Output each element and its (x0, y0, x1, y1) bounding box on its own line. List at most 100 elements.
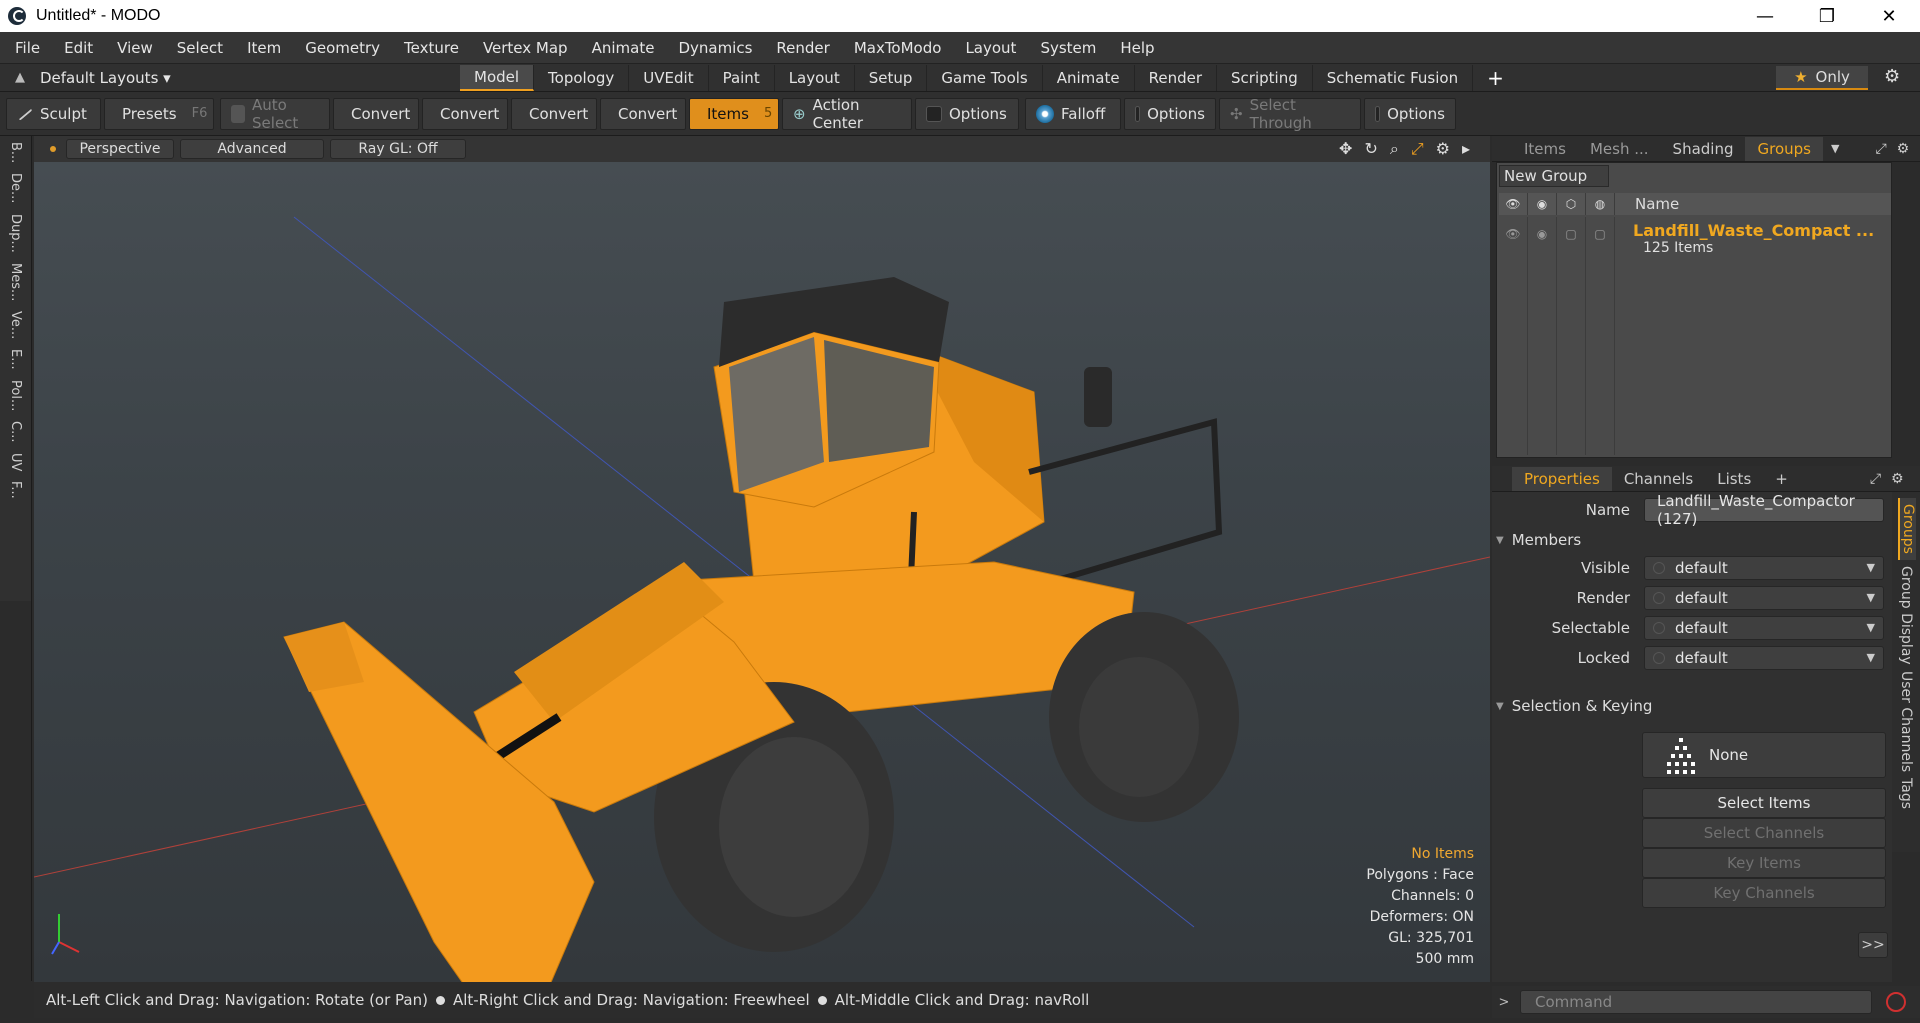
tab-layout[interactable]: Layout (775, 64, 855, 91)
locked-dropdown[interactable]: default ▼ (1644, 646, 1884, 670)
menu-select[interactable]: Select (162, 39, 232, 57)
raygl-toggle[interactable]: Ray GL: Off (330, 139, 466, 159)
menu-geometry[interactable]: Geometry (290, 39, 389, 57)
tab-animate[interactable]: Animate (1043, 64, 1135, 91)
panel-settings-icon[interactable]: ⚙ (1897, 141, 1910, 157)
move-view-icon[interactable]: ✥ (1339, 139, 1352, 159)
menu-render[interactable]: Render (761, 39, 838, 57)
tab-scripting[interactable]: Scripting (1217, 64, 1313, 91)
left-tab-uv[interactable]: UV (8, 453, 23, 471)
lock-column-icon[interactable]: ⬡ (1557, 193, 1586, 215)
default-layouts-dropdown[interactable]: Default Layouts ▾ (40, 69, 460, 87)
visible-dropdown[interactable]: default ▼ (1644, 556, 1884, 580)
group-row[interactable]: 👁 ◉ ▢ ▢ Landfill_Waste_Compact ... 125 I… (1499, 217, 1891, 267)
none-key-button[interactable]: None (1642, 732, 1886, 778)
close-button[interactable]: ✕ (1858, 0, 1920, 32)
presets-button[interactable]: Presets F6 (104, 97, 214, 130)
tab-shading[interactable]: Shading (1661, 137, 1746, 161)
viewport-settings-icon[interactable]: ⚙ (1436, 139, 1450, 159)
menu-help[interactable]: Help (1105, 39, 1163, 57)
menu-animate[interactable]: Animate (577, 39, 664, 57)
minimize-button[interactable]: — (1734, 0, 1796, 32)
menu-system[interactable]: System (1025, 39, 1105, 57)
zoom-view-icon[interactable]: ⌕ (1390, 139, 1399, 159)
key-items-button[interactable]: Key Items (1642, 848, 1886, 878)
viewport-menu-dot-icon[interactable] (50, 146, 56, 152)
selection-keying-section-header[interactable]: ▼ Selection & Keying (1496, 694, 1652, 718)
action-center-button[interactable]: ⊕ Action Center (782, 96, 912, 132)
group-name-field[interactable]: Landfill_Waste_Compactor (127) (1644, 492, 1884, 528)
menu-view[interactable]: View (102, 39, 162, 57)
left-tab-fusion[interactable]: F... (8, 481, 23, 499)
perspective-dropdown[interactable]: Perspective (66, 139, 174, 159)
expand-button[interactable]: >> (1858, 932, 1888, 958)
gear-icon[interactable]: ⚙ (1884, 66, 1900, 87)
tab-items[interactable]: Items (1512, 137, 1578, 161)
3d-viewport[interactable]: No Items Polygons : Face Channels: 0 Def… (34, 162, 1490, 982)
select-toggle-icon[interactable]: ▢ (1586, 217, 1615, 267)
advanced-dropdown[interactable]: Advanced (180, 139, 324, 159)
convert-materials-button[interactable]: Convert (600, 97, 686, 130)
tab-schematic-fusion[interactable]: Schematic Fusion (1313, 64, 1474, 91)
convert-edges-button[interactable]: Convert (422, 97, 508, 130)
menu-vertex-map[interactable]: Vertex Map (468, 39, 577, 57)
menu-texture[interactable]: Texture (389, 39, 468, 57)
add-tab-button[interactable]: + (1487, 66, 1504, 90)
sculpt-button[interactable]: Sculpt (6, 97, 101, 130)
panel-maximize-icon[interactable]: ⤢ (1875, 141, 1886, 157)
menu-maxtomodo[interactable]: MaxToModo (839, 39, 951, 57)
render-column-icon[interactable]: ◉ (1528, 193, 1557, 215)
tab-uvedit[interactable]: UVEdit (629, 64, 709, 91)
tab-channels[interactable]: Channels (1612, 467, 1705, 491)
select-items-button[interactable]: Select Items (1642, 788, 1886, 818)
menu-edit[interactable]: Edit (49, 39, 102, 57)
tab-properties[interactable]: Properties (1512, 466, 1612, 491)
action-center-options-button[interactable]: Options (915, 97, 1019, 130)
eye-icon[interactable]: 👁 (1499, 217, 1528, 267)
falloff-options-button[interactable]: Options (1124, 97, 1216, 130)
tab-topology[interactable]: Topology (534, 64, 630, 91)
panel-maximize-icon[interactable]: ⤢ (1870, 471, 1881, 487)
left-tab-duplicate[interactable]: Dup... (8, 214, 23, 253)
tab-game-tools[interactable]: Game Tools (927, 64, 1043, 91)
viewport-more-icon[interactable]: ▸ (1462, 139, 1470, 159)
members-section-header[interactable]: ▼ Members (1496, 528, 1581, 552)
new-group-button[interactable]: New Group (1499, 165, 1609, 187)
command-history-icon[interactable]: > (1492, 995, 1516, 1010)
lock-toggle-icon[interactable]: ▢ (1557, 217, 1586, 267)
tab-paint[interactable]: Paint (709, 64, 775, 91)
left-tab-curve[interactable]: C... (8, 421, 23, 442)
tab-render[interactable]: Render (1135, 64, 1218, 91)
vtab-tags[interactable]: Tags (1898, 778, 1914, 809)
selectable-dropdown[interactable]: default ▼ (1644, 616, 1884, 640)
left-tab-basic[interactable]: B... (8, 142, 23, 163)
convert-polygons-button[interactable]: Convert (511, 97, 597, 130)
tab-setup[interactable]: Setup (855, 64, 928, 91)
select-column-icon[interactable]: ◍ (1586, 193, 1615, 215)
panel-settings-icon[interactable]: ⚙ (1891, 471, 1904, 487)
fit-view-icon[interactable]: ⤢ (1411, 139, 1424, 159)
tabs-dropdown-icon[interactable]: ▼ (1831, 142, 1839, 155)
record-macro-icon[interactable] (1886, 992, 1906, 1012)
tab-mesh[interactable]: Mesh ... (1578, 137, 1661, 161)
convert-vertices-button[interactable]: Convert (333, 97, 419, 130)
tab-model[interactable]: Model (460, 64, 535, 91)
viewport-canvas[interactable] (34, 162, 1490, 982)
auto-select-button[interactable]: Auto Select (220, 96, 330, 132)
only-button[interactable]: ★ Only (1776, 66, 1868, 90)
falloff-button[interactable]: Falloff (1025, 97, 1121, 130)
left-tab-vertex[interactable]: Ve... (8, 311, 23, 339)
vtab-group-display[interactable]: Group Display (1898, 566, 1914, 665)
left-tab-edge[interactable]: E... (8, 349, 23, 370)
landfill-compactor-model[interactable] (283, 277, 1239, 982)
render-toggle-icon[interactable]: ◉ (1528, 217, 1557, 267)
vtab-user-channels[interactable]: User Channels (1898, 671, 1914, 772)
left-tab-polygon[interactable]: Pol... (8, 380, 23, 411)
select-through-button[interactable]: ✣ Select Through (1219, 96, 1361, 132)
left-tab-mesh-edit[interactable]: Mes... (8, 263, 23, 301)
add-tab-button[interactable]: + (1763, 467, 1800, 491)
vtab-groups[interactable]: Groups (1898, 498, 1916, 560)
select-channels-button[interactable]: Select Channels (1642, 818, 1886, 848)
tab-groups[interactable]: Groups (1745, 136, 1823, 161)
left-tab-deform[interactable]: De... (8, 173, 23, 203)
